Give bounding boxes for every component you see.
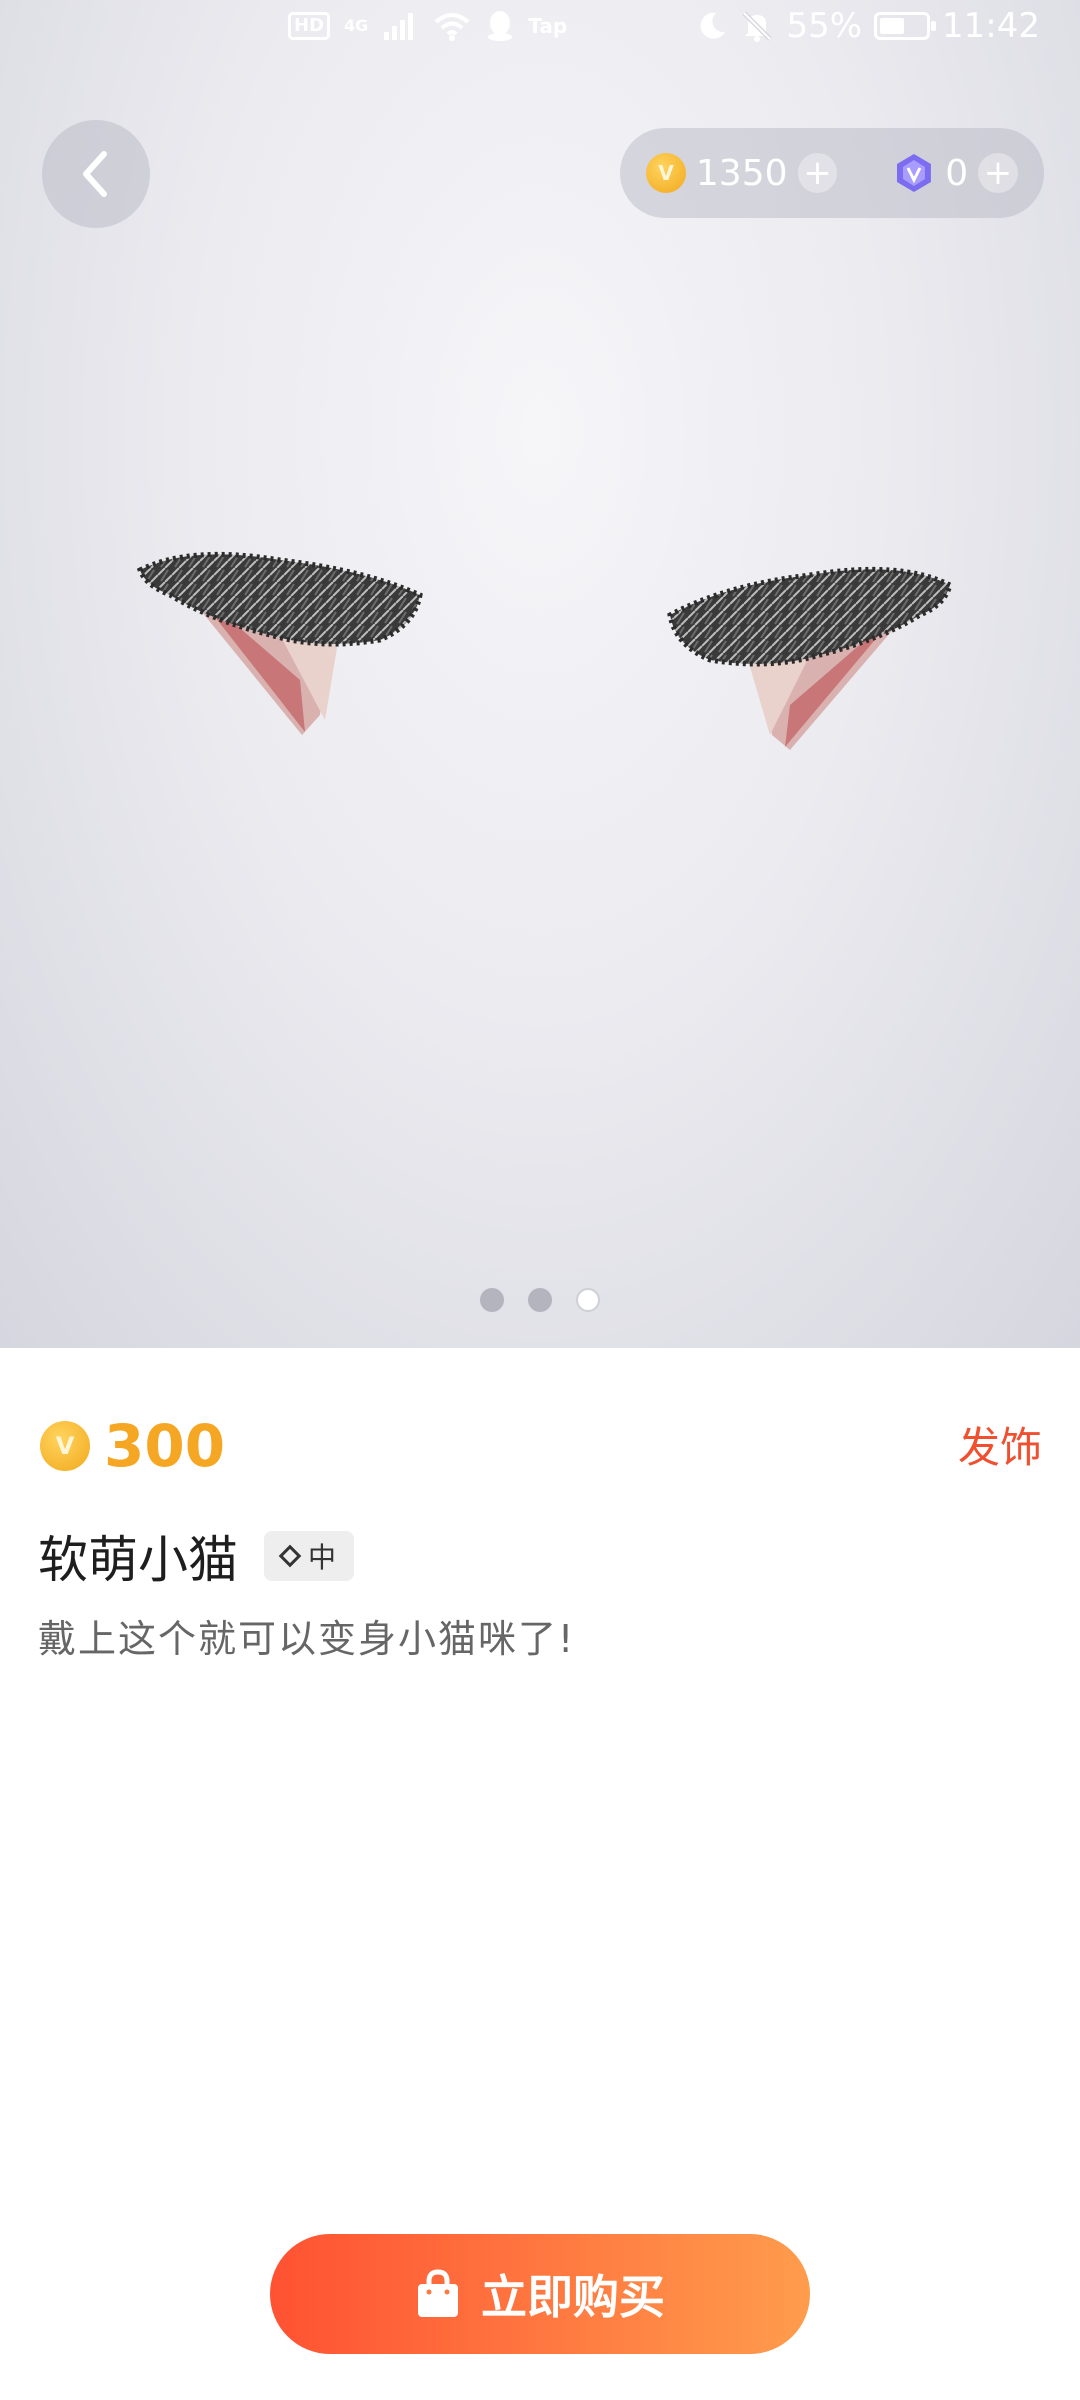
qq-icon [488, 11, 513, 41]
tap-icon: Tap [528, 14, 568, 38]
gem-icon [897, 154, 932, 192]
wifi-icon [434, 13, 470, 41]
size-tag: 中 [264, 1531, 355, 1581]
mute-bell-icon [742, 11, 773, 42]
signal-icon [384, 13, 414, 40]
hd-icon: HD [288, 12, 331, 40]
back-button[interactable] [42, 120, 150, 228]
item-price: 300 [104, 1412, 226, 1480]
size-tag-label: 中 [308, 1541, 337, 1574]
price-row: V 300 [40, 1412, 225, 1480]
diamond-icon [278, 1544, 302, 1568]
gallery-page-dot[interactable] [528, 1288, 552, 1312]
coin-icon: V [40, 1421, 90, 1471]
status-left: HD 4G Tap [288, 6, 567, 46]
shopping-bag-icon [418, 2269, 458, 2317]
add-gems-button[interactable]: + [978, 153, 1018, 193]
coin-balance: 1350 [695, 152, 788, 194]
item-preview[interactable]: HD 4G Tap 55% 11:42 V 1350 + 0 + [0, 0, 1080, 1348]
gallery-page-indicator [0, 1288, 1080, 1312]
battery-percent: 55% [786, 6, 863, 46]
battery-level [880, 18, 905, 34]
gem-balance: 0 [945, 152, 969, 194]
battery-icon [874, 12, 937, 40]
cat-ear-left-image [136, 551, 423, 735]
gallery-page-dot[interactable] [480, 1288, 504, 1312]
gallery-page-dot[interactable] [576, 1288, 600, 1312]
buy-now-label: 立即购买 [481, 2270, 665, 2324]
wallet-balance: V 1350 + 0 + [620, 128, 1044, 218]
moon-icon [701, 12, 726, 39]
status-right: 55% 11:42 [696, 4, 1040, 48]
buy-now-button[interactable]: 立即购买 [270, 2234, 810, 2354]
add-coins-button[interactable]: + [797, 153, 838, 193]
chevron-left-icon [83, 151, 107, 197]
clock: 11:42 [942, 6, 1040, 46]
status-bar: HD 4G Tap 55% 11:42 [0, 0, 1080, 52]
item-category: 发饰 [957, 1423, 1042, 1472]
title-row: 软萌小猫 中 [38, 1520, 355, 1592]
coin-icon: V [646, 153, 686, 193]
item-title: 软萌小猫 [38, 1531, 238, 1589]
network-type: 4G [344, 16, 369, 35]
cat-ear-right-image [667, 566, 953, 750]
item-detail-page: HD 4G Tap 55% 11:42 V 1350 + 0 + V 300 发… [0, 0, 1080, 2400]
item-description: 戴上这个就可以变身小猫咪了! [38, 1617, 576, 1661]
